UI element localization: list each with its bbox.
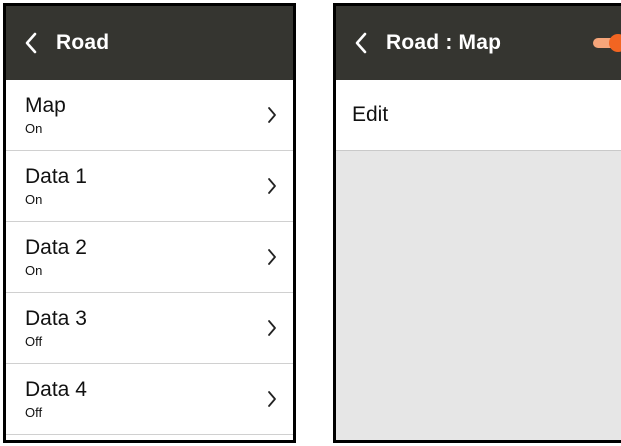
- list-item-status: On: [25, 263, 43, 278]
- list-item-map[interactable]: Map On: [6, 80, 293, 151]
- back-button[interactable]: [336, 6, 386, 80]
- page-title: Road: [56, 31, 110, 54]
- list-item-label: Map: [25, 94, 66, 117]
- chevron-right-icon: [268, 391, 276, 407]
- edit-label: Edit: [352, 103, 389, 126]
- list-item-data-1[interactable]: Data 1 On: [6, 151, 293, 222]
- list-item-label: Data 2: [25, 236, 87, 259]
- chevron-right-icon: [268, 249, 276, 265]
- edit-item[interactable]: Edit: [336, 80, 621, 151]
- chevron-right-icon: [268, 178, 276, 194]
- header-bar: Road: [6, 6, 293, 80]
- list-item-status: On: [25, 192, 43, 207]
- road-map-screen: Road : Map Edit: [333, 3, 621, 443]
- header-bar: Road : Map: [336, 6, 621, 80]
- list-item-label: Data 4: [25, 378, 87, 401]
- back-chevron-icon: [355, 32, 367, 54]
- list-item-label: Data 3: [25, 307, 87, 330]
- road-settings-screen: Road Map On Data 1 On Data 2 On Data 3 O…: [3, 3, 296, 443]
- back-button[interactable]: [6, 6, 56, 80]
- chevron-right-icon: [268, 320, 276, 336]
- chevron-right-icon: [268, 107, 276, 123]
- list-item-status: Off: [25, 405, 43, 420]
- back-chevron-icon: [25, 32, 37, 54]
- list-item-status: On: [25, 121, 43, 136]
- list-item-data-2[interactable]: Data 2 On: [6, 222, 293, 293]
- list-item-status: Off: [25, 334, 43, 349]
- page-title: Road : Map: [386, 31, 502, 54]
- list-item-label: Data 1: [25, 165, 87, 188]
- list-item-data-4[interactable]: Data 4 Off: [6, 364, 293, 435]
- toggle-knob: [609, 34, 621, 52]
- map-toggle-switch[interactable]: [591, 34, 621, 52]
- list-item-data-3[interactable]: Data 3 Off: [6, 293, 293, 364]
